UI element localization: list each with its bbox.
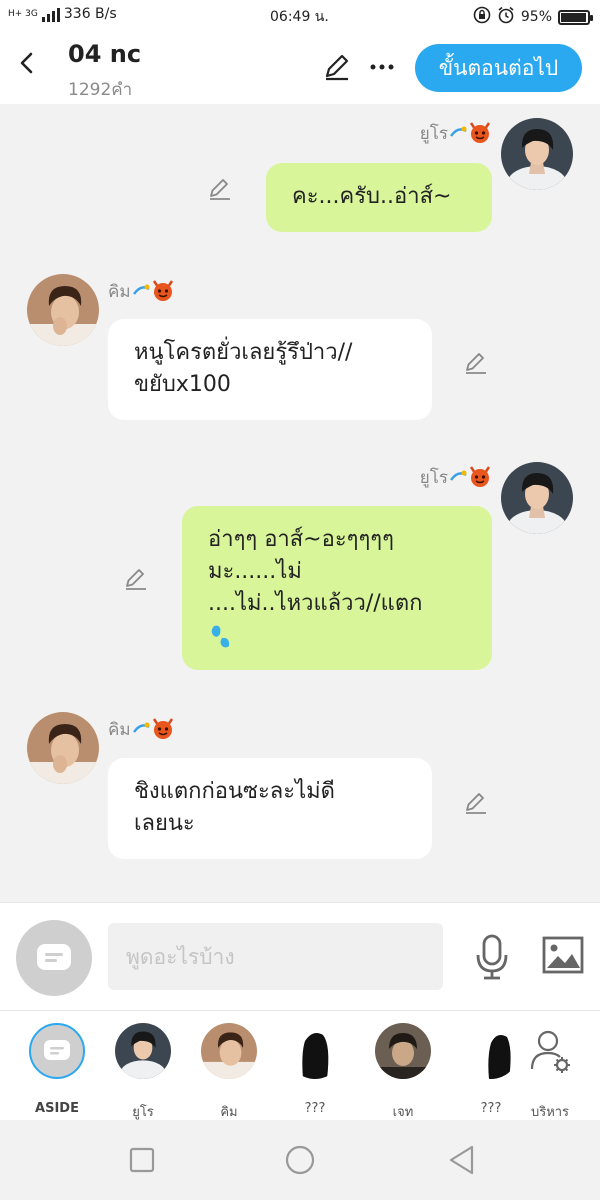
sparkle-icon — [131, 720, 151, 741]
message-item: ยูโร คะ...ครับ..อ่าส์~ — [0, 104, 600, 244]
chat-bubble-icon — [37, 944, 71, 970]
droplet-icon — [208, 622, 234, 660]
edit-title-icon[interactable] — [322, 52, 352, 82]
chat-area[interactable]: ยูโร คะ...ครับ..อ่าส์~ คิม หนูโครตยั่วเล… — [0, 104, 600, 902]
story-title: 04 nc — [68, 40, 142, 68]
avatar[interactable] — [27, 274, 99, 346]
sender-name: ยูโร — [420, 464, 492, 492]
devil-icon — [468, 465, 492, 492]
sender-name: คิม — [108, 278, 175, 306]
signal-icon — [41, 6, 60, 22]
sparkle-icon — [131, 282, 151, 303]
message-input[interactable] — [108, 923, 443, 990]
more-options-icon[interactable] — [368, 52, 396, 82]
home-icon[interactable] — [282, 1142, 318, 1178]
user-settings-icon — [522, 1023, 578, 1079]
avatar[interactable] — [27, 712, 99, 784]
word-count: 1292คำ — [68, 80, 133, 100]
character-item-unknown-1[interactable]: ??? — [275, 1023, 355, 1119]
message-bubble[interactable]: หนูโครตยั่วเลยรู้รึป่าว// ขยับx100 — [108, 319, 432, 420]
character-item-kim[interactable]: คิม — [189, 1023, 269, 1120]
network-speed: 336 B/s — [63, 6, 117, 22]
sparkle-icon — [448, 468, 468, 489]
battery-icon — [558, 9, 593, 25]
battery-level — [561, 12, 586, 22]
character-label: ASIDE — [35, 1101, 79, 1116]
message-item: คิม หนูโครตยั่วเลยรู้รึป่าว// ขยับx100 — [0, 264, 600, 434]
character-item-aside[interactable]: ASIDE — [17, 1023, 97, 1119]
sender-name: ยูโร — [420, 120, 492, 148]
avatar[interactable] — [501, 462, 573, 534]
sender-name: คิม — [108, 716, 175, 744]
next-step-button[interactable]: ขั้นตอนต่อไป — [415, 44, 582, 92]
rotation-lock-icon — [473, 6, 491, 28]
edit-message-icon[interactable] — [463, 350, 489, 376]
recents-icon[interactable] — [124, 1142, 160, 1178]
character-label: ยูโร — [132, 1105, 154, 1120]
edit-message-icon[interactable] — [207, 176, 233, 202]
header: 04 nc 1292คำ ขั้นตอนต่อไป — [0, 30, 600, 104]
status-bar: H+ 3G 336 B/s 06:49 น. 95% — [0, 0, 600, 30]
message-item: คิม ชิงแตกก่อนซะละไม่ดี เลยนะ — [0, 702, 600, 872]
system-nav-bar — [0, 1120, 600, 1200]
character-label: บริหาร — [530, 1105, 570, 1120]
character-label: เจท — [392, 1105, 414, 1120]
message-bubble[interactable]: ชิงแตกก่อนซะละไม่ดี เลยนะ — [108, 758, 432, 859]
devil-icon — [468, 121, 492, 148]
alarm-icon — [497, 6, 515, 28]
avatar — [375, 1023, 431, 1079]
avatar — [201, 1023, 257, 1079]
character-item-yuro[interactable]: ยูโร — [103, 1023, 183, 1120]
character-item-jet[interactable]: เจท — [363, 1023, 443, 1120]
devil-icon — [151, 279, 175, 306]
aside-avatar — [29, 1023, 85, 1079]
battery-percent: 95% — [520, 9, 552, 25]
microphone-icon[interactable] — [472, 933, 512, 981]
character-label: ??? — [304, 1101, 326, 1116]
character-label: คิม — [220, 1105, 238, 1120]
avatar[interactable] — [501, 118, 573, 190]
message-bubble[interactable]: คะ...ครับ..อ่าส์~ — [266, 163, 492, 232]
message-item: ยูโร อ่าๆๆ อาส์~อะๆๆๆๆ มะ......ไม่ ....ไ… — [0, 450, 600, 680]
sparkle-icon — [448, 124, 468, 145]
edit-message-icon[interactable] — [123, 566, 149, 592]
image-icon[interactable] — [542, 936, 584, 974]
back-nav-icon[interactable] — [444, 1142, 480, 1178]
chat-bubble-icon — [44, 1040, 70, 1060]
manage-characters-button[interactable]: บริหาร — [510, 1023, 590, 1120]
input-bar — [0, 902, 600, 1010]
edit-message-icon[interactable] — [463, 790, 489, 816]
devil-icon — [151, 717, 175, 744]
message-text: อ่าๆๆ อาส์~อะๆๆๆๆ มะ......ไม่ ....ไม่..ไ… — [208, 527, 423, 616]
aside-toggle-button[interactable] — [16, 920, 92, 996]
back-icon[interactable] — [12, 48, 42, 78]
clock: 06:49 น. — [270, 9, 329, 25]
message-bubble[interactable]: อ่าๆๆ อาส์~อะๆๆๆๆ มะ......ไม่ ....ไม่..ไ… — [182, 506, 492, 670]
silhouette-avatar — [287, 1023, 343, 1079]
network-label: H+ 3G — [8, 9, 38, 19]
avatar — [115, 1023, 171, 1079]
character-bar: ASIDE ยูโร คิม ??? เจท ??? บริหาร — [0, 1010, 600, 1120]
